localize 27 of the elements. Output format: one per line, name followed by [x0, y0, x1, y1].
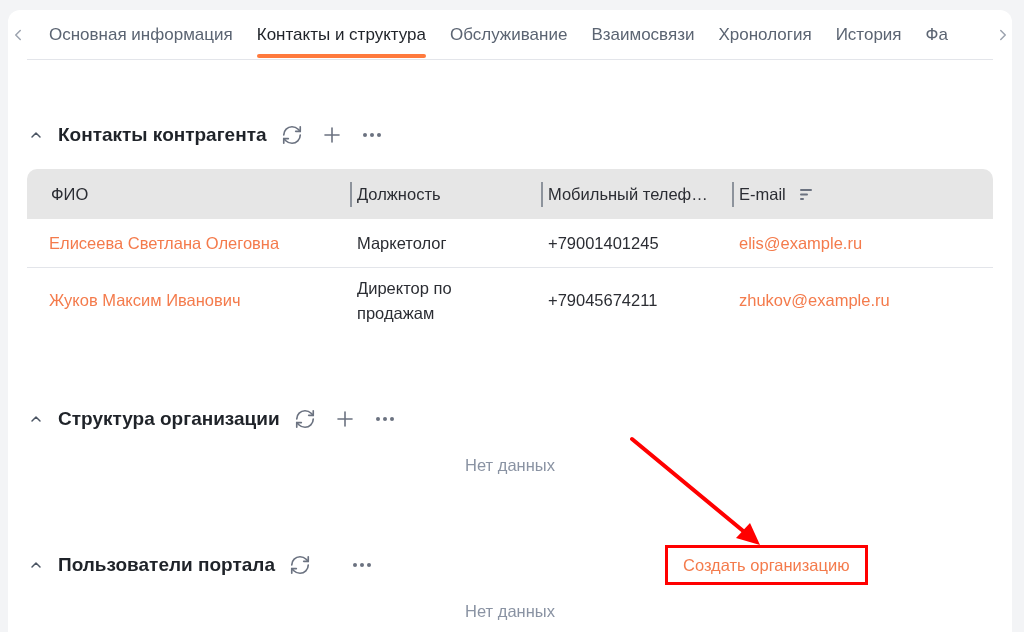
- more-icon: [362, 133, 381, 137]
- more-icon: [375, 417, 394, 421]
- refresh-icon: [288, 554, 311, 576]
- refresh-icon: [280, 124, 303, 146]
- tab[interactable]: Контакты и структура: [244, 10, 438, 59]
- section-title: Контакты контрагента: [58, 122, 267, 147]
- tab[interactable]: Хронология: [706, 10, 824, 59]
- tab[interactable]: Фа: [913, 10, 960, 59]
- column-header[interactable]: Мобильный телеф…: [548, 181, 708, 207]
- column-header[interactable]: E-mail: [739, 181, 786, 207]
- tab[interactable]: Обслуживание: [438, 10, 580, 59]
- empty-state-text: Нет данных: [465, 455, 555, 475]
- table-cell-text: +79001401245: [548, 232, 659, 254]
- table-cell-text: +79045674211: [548, 290, 658, 311]
- refresh-icon: [293, 408, 316, 430]
- tab[interactable]: Основная информация: [37, 10, 245, 59]
- tab[interactable]: Взаимосвязи: [579, 10, 707, 59]
- column-header[interactable]: Должность: [357, 181, 441, 207]
- tab[interactable]: История: [823, 10, 914, 59]
- section-title: Пользователи портала: [58, 552, 275, 577]
- table-cell-text: Маркетолог: [357, 232, 447, 254]
- column-header[interactable]: ФИО: [51, 181, 89, 207]
- empty-state-text: Нет данных: [465, 601, 555, 621]
- table-cell-text: Директор по продажам: [357, 277, 453, 324]
- sort-icon[interactable]: [799, 188, 812, 200]
- section-title: Структура организации: [58, 406, 280, 431]
- more-icon: [352, 563, 371, 567]
